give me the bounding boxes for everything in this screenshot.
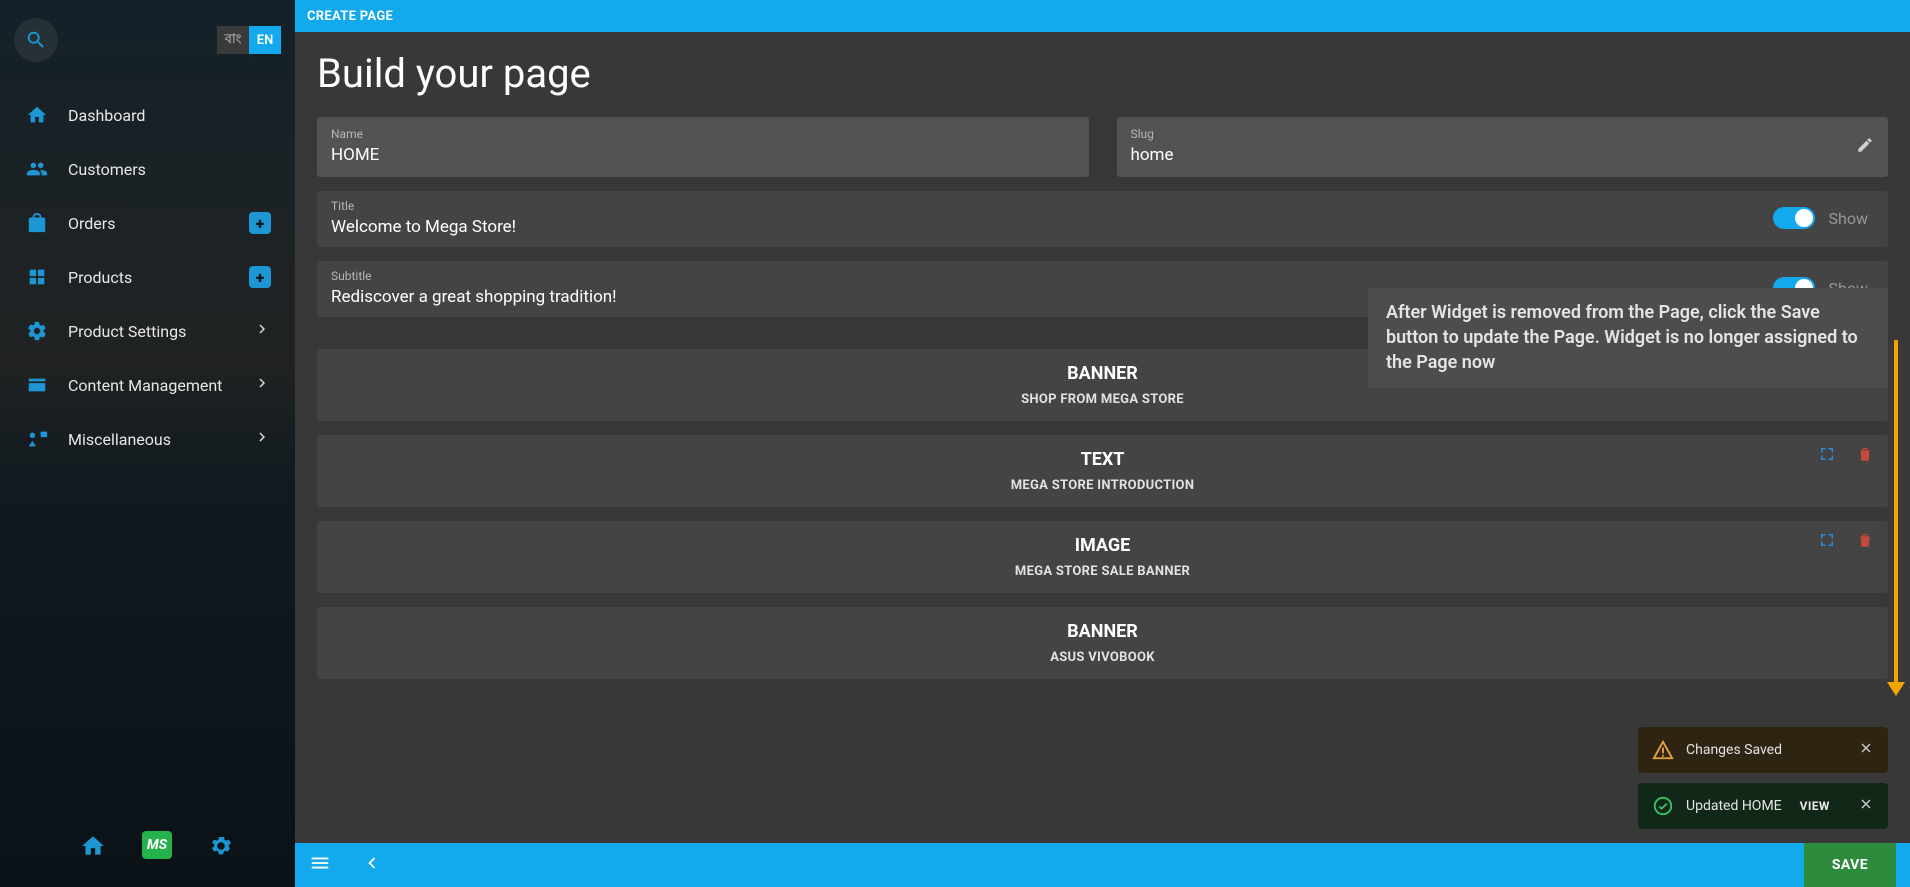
lang-bn-button[interactable]: বাং [217,26,249,54]
sidebar-item-label: Customers [68,160,146,179]
chevron-right-icon [253,320,271,342]
expand-widget-button[interactable] [1818,531,1836,553]
sidebar-item-label: Products [68,268,132,287]
gear-icon [24,318,50,344]
menu-button[interactable] [309,852,331,878]
title-show-label: Show [1829,209,1868,228]
check-circle-icon [1652,795,1674,817]
subtitle-label: Subtitle [331,269,1773,283]
edit-slug-button[interactable] [1856,136,1874,158]
sidebar: বাং EN Dashboard Customers Orders + [0,0,295,887]
warning-icon [1652,739,1674,761]
toast-view-link[interactable]: VIEW [1800,799,1830,813]
name-value: HOME [331,145,1075,165]
toast-changes-saved: Changes Saved [1638,727,1888,773]
sidebar-item-label: Dashboard [68,106,145,125]
title-label: Title [331,199,1773,213]
bag-icon [24,210,50,236]
footer-store-chip[interactable]: MS [142,831,172,859]
widget-name: MEGA STORE INTRODUCTION [337,478,1868,493]
sidebar-item-customers[interactable]: Customers [0,142,295,196]
tooltip-arrow-head [1887,682,1905,696]
widget-item[interactable]: TEXT MEGA STORE INTRODUCTION [317,435,1888,507]
page-icon [24,372,50,398]
footer-home-button[interactable] [78,831,108,861]
widget-type: TEXT [337,449,1868,470]
chevron-right-icon [253,428,271,450]
blocks-icon [24,264,50,290]
close-toast-button[interactable] [1858,796,1874,816]
title-show-toggle[interactable] [1773,207,1815,229]
sidebar-item-products[interactable]: Products + [0,250,295,304]
sidebar-item-label: Orders [68,214,115,233]
expand-widget-button[interactable] [1818,445,1836,467]
save-button[interactable]: SAVE [1804,843,1896,887]
slug-field[interactable]: Slug home [1117,117,1889,177]
search-button[interactable] [14,18,58,62]
sidebar-item-orders[interactable]: Orders + [0,196,295,250]
sidebar-item-content-management[interactable]: Content Management [0,358,295,412]
sidebar-item-label: Product Settings [68,322,186,341]
topbar: CREATE PAGE [295,0,1910,32]
slug-label: Slug [1131,127,1875,141]
widget-name: SHOP FROM MEGA STORE [337,392,1868,407]
add-product-button[interactable]: + [249,266,271,288]
bottombar: SAVE [295,843,1910,887]
slug-value: home [1131,145,1875,165]
widget-item[interactable]: BANNER ASUS VIVOBOOK [317,607,1888,679]
add-order-button[interactable]: + [249,212,271,234]
delete-widget-button[interactable] [1856,531,1874,553]
home-icon [24,102,50,128]
page-heading: Build your page [317,50,1888,97]
sidebar-item-label: Miscellaneous [68,430,171,449]
sidebar-item-product-settings[interactable]: Product Settings [0,304,295,358]
search-icon [25,29,47,51]
widget-name: MEGA STORE SALE BANNER [337,564,1868,579]
widget-item[interactable]: IMAGE MEGA STORE SALE BANNER [317,521,1888,593]
footer-settings-button[interactable] [206,831,236,861]
tooltip-arrow-line [1894,340,1898,686]
sidebar-item-miscellaneous[interactable]: Miscellaneous [0,412,295,466]
title-value[interactable]: Welcome to Mega Store! [331,217,1773,237]
sidebar-item-dashboard[interactable]: Dashboard [0,88,295,142]
topbar-title: CREATE PAGE [307,9,393,24]
name-field[interactable]: Name HOME [317,117,1089,177]
lang-en-button[interactable]: EN [249,26,281,54]
delete-widget-button[interactable] [1856,445,1874,467]
toast-text: Changes Saved [1686,742,1782,758]
toast-text: Updated HOME [1686,798,1782,814]
toast-updated: Updated HOME VIEW [1638,783,1888,829]
sidebar-item-label: Content Management [68,376,222,395]
help-tooltip: After Widget is removed from the Page, c… [1368,288,1888,388]
name-label: Name [331,127,1075,141]
back-button[interactable] [361,852,383,878]
widget-name: ASUS VIVOBOOK [337,650,1868,665]
close-toast-button[interactable] [1858,740,1874,760]
widget-type: IMAGE [337,535,1868,556]
widget-type: BANNER [337,621,1868,642]
chevron-right-icon [253,374,271,396]
shapes-icon [24,426,50,452]
people-icon [24,156,50,182]
title-row: Title Welcome to Mega Store! Show [317,191,1888,247]
